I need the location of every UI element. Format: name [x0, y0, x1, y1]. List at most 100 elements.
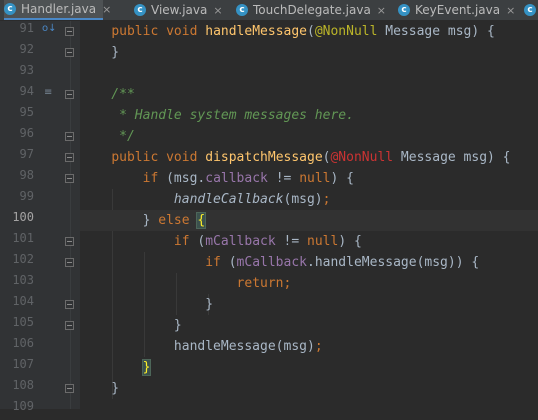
fold-toggle-icon[interactable] [65, 237, 74, 246]
fold-toggle-icon[interactable] [65, 27, 74, 36]
line-number: 106 [12, 336, 34, 350]
fold-toggle-icon[interactable] [65, 153, 74, 162]
code-token: handleMessage [205, 24, 307, 39]
code-line: /** [80, 84, 538, 105]
code-token: (msg) [283, 192, 323, 207]
code-token: } [141, 359, 152, 376]
line-number: 101 [12, 231, 34, 245]
code-token: public [111, 150, 159, 165]
code-token: handleCallback [173, 192, 284, 207]
java-class-icon: c [524, 4, 536, 16]
code-line: if (mCallback != null) { [80, 231, 538, 252]
code-token: ; [322, 192, 331, 207]
code-token: handleMessage(msg) [80, 339, 315, 354]
code-token: return [236, 276, 284, 291]
code-line: handleCallback(msg); [80, 189, 538, 210]
code-line: } [80, 357, 538, 378]
editor-tab-bar: c Handler.java × c View.java × c TouchDe… [0, 0, 538, 21]
fold-toggle-icon[interactable] [65, 321, 74, 330]
tab-touchdelegate-java[interactable]: c TouchDelegate.java × [236, 0, 386, 20]
line-number: 98 [19, 168, 34, 182]
java-class-icon: c [4, 3, 16, 15]
code-token: if [205, 255, 221, 270]
line-number-current: 100 [12, 210, 34, 224]
code-token: * Handle system messages here. [80, 108, 354, 123]
code-token: ; [283, 276, 292, 291]
code-token: @NonNull [314, 24, 378, 39]
code-token: mCallback [205, 234, 276, 249]
fold-toggle-icon[interactable] [65, 258, 74, 267]
code-line: public void dispatchMessage(@NonNull Mes… [80, 147, 538, 168]
fold-toggle-icon[interactable] [65, 132, 74, 141]
tab-label: KeyEvent.java [415, 3, 501, 17]
code-token: } [80, 297, 214, 312]
line-number: 107 [12, 357, 34, 371]
code-line: } [80, 294, 538, 315]
line-number: 91 [19, 21, 34, 35]
line-number: 104 [12, 294, 34, 308]
code-token: Message msg) { [393, 150, 511, 165]
override-marker-icon[interactable]: o↓ [42, 23, 57, 34]
code-line: } [80, 42, 538, 63]
code-line: if (msg.callback != null) { [80, 168, 538, 189]
close-tab-icon[interactable]: × [102, 3, 111, 16]
tab-view-java[interactable]: c View.java × [134, 0, 234, 20]
code-line: * Handle system messages here. [80, 105, 538, 126]
fold-toggle-icon[interactable] [65, 48, 74, 57]
code-line: } [80, 378, 538, 399]
line-number: 99 [19, 189, 34, 203]
code-token: mCallback [236, 255, 307, 270]
code-token: ) { [338, 234, 362, 249]
code-line: handleMessage(msg); [80, 336, 538, 357]
code-token: { [196, 212, 207, 229]
code-token: (msg. [158, 171, 206, 186]
line-number: 96 [19, 126, 34, 140]
tab-keyevent-java[interactable]: c KeyEvent.java × [398, 0, 520, 20]
code-token: != [275, 234, 307, 249]
tab-overflow[interactable]: c [524, 0, 538, 20]
code-token: != [267, 171, 300, 186]
code-token: /** [80, 87, 135, 102]
tab-handler-java[interactable]: c Handler.java × [4, 0, 111, 20]
code-token: } [80, 213, 159, 228]
code-token: } [80, 318, 182, 333]
fold-toggle-icon[interactable] [65, 384, 74, 393]
line-number: 92 [19, 42, 34, 56]
code-line: } [80, 315, 538, 336]
java-class-icon: c [398, 4, 410, 16]
close-tab-icon[interactable]: × [506, 4, 515, 17]
code-line-current: } else { [80, 210, 538, 231]
line-number: 103 [12, 273, 34, 287]
close-tab-icon[interactable]: × [377, 4, 386, 17]
code-token: void [166, 150, 198, 165]
line-number: 108 [12, 378, 34, 392]
code-line: return; [80, 273, 538, 294]
line-number: 102 [12, 252, 34, 266]
close-tab-icon[interactable]: × [213, 4, 222, 17]
code-token: @NonNull [330, 150, 394, 165]
tab-label: View.java [151, 3, 208, 17]
code-editor[interactable]: public void handleMessage ( @NonNull Messa… [80, 21, 538, 409]
code-line: */ [80, 126, 538, 147]
java-class-icon: c [236, 4, 248, 16]
tab-label: TouchDelegate.java [253, 3, 371, 17]
doc-render-icon[interactable]: ≡ [44, 87, 52, 98]
fold-toggle-icon[interactable] [65, 90, 74, 99]
fold-toggle-icon[interactable] [65, 174, 74, 183]
line-number: 93 [19, 63, 34, 77]
java-class-icon: c [134, 4, 146, 16]
fold-toggle-icon[interactable] [65, 300, 74, 309]
code-token: */ [80, 129, 135, 144]
code-token: null [307, 234, 339, 249]
line-number: 109 [12, 399, 34, 413]
code-token: .handleMessage(msg)) { [307, 255, 480, 270]
code-token: ( [220, 255, 237, 270]
